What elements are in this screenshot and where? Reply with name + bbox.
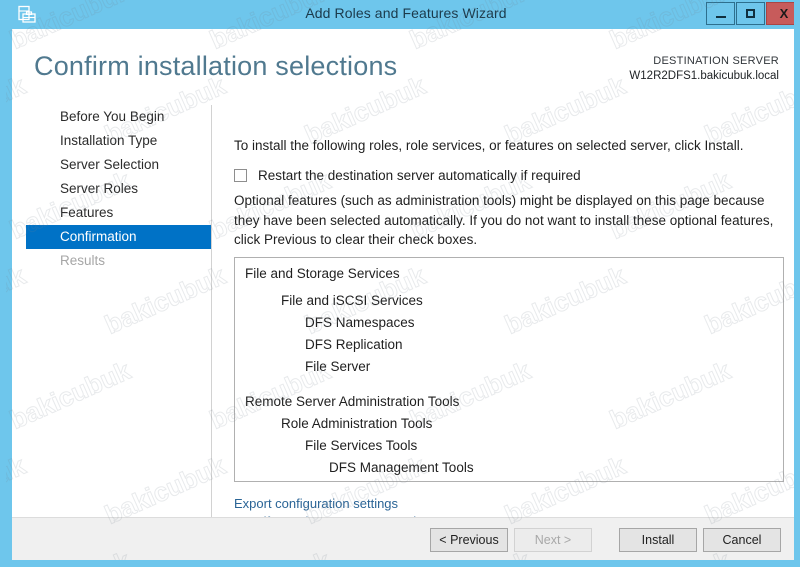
export-configuration-settings-link[interactable]: Export configuration settings (234, 495, 420, 513)
list-item: File and iSCSI Services (281, 293, 423, 308)
list-item: File Services Tools (305, 438, 418, 453)
list-item: DFS Replication (305, 337, 403, 352)
intro-text: To install the following roles, role ser… (234, 138, 744, 153)
maximize-button[interactable] (736, 2, 765, 25)
sidebar-item-before-you-begin[interactable]: Before You Begin (26, 105, 211, 129)
restart-checkbox[interactable] (234, 169, 247, 182)
next-button: Next > (514, 528, 592, 552)
wizard-window: Add Roles and Features Wizard X Confirm … (0, 0, 800, 567)
client-area: Confirm installation selections DESTINAT… (12, 29, 794, 560)
window-controls: X (705, 2, 794, 25)
restart-checkbox-label: Restart the destination server automatic… (258, 168, 581, 183)
sidebar-item-server-roles[interactable]: Server Roles (26, 177, 211, 201)
destination-server-block: DESTINATION SERVER W12R2DFS1.bakicubuk.l… (629, 54, 779, 84)
cancel-button[interactable]: Cancel (703, 528, 781, 552)
list-item: File Server (305, 359, 371, 374)
list-item: Remote Server Administration Tools (245, 394, 460, 409)
server-wizard-icon (17, 5, 37, 25)
page-header: Confirm installation selections DESTINAT… (12, 29, 794, 105)
wizard-navigation: Before You Begin Installation Type Serve… (12, 105, 211, 517)
sidebar-item-results: Results (60, 253, 106, 268)
destination-server-label: DESTINATION SERVER (653, 55, 779, 67)
window-title: Add Roles and Features Wizard (305, 5, 507, 21)
sidebar-item-confirmation[interactable]: Confirmation (26, 225, 211, 249)
destination-server-name: W12R2DFS1.bakicubuk.local (629, 70, 779, 82)
close-button[interactable]: X (766, 2, 794, 25)
page-title: Confirm installation selections (34, 51, 398, 81)
restart-checkbox-row[interactable]: Restart the destination server automatic… (234, 168, 581, 183)
selections-listbox[interactable]: File and Storage Services File and iSCSI… (234, 257, 784, 482)
sidebar-item-features[interactable]: Features (26, 201, 211, 225)
previous-button[interactable]: < Previous (430, 528, 508, 552)
sidebar-item-server-selection[interactable]: Server Selection (26, 153, 211, 177)
list-item: DFS Namespaces (305, 315, 415, 330)
install-button[interactable]: Install (619, 528, 697, 552)
list-item: DFS Management Tools (329, 460, 474, 475)
title-bar: Add Roles and Features Wizard X (6, 0, 794, 29)
wizard-footer: < Previous Next > Install Cancel (12, 517, 794, 560)
list-item: Role Administration Tools (281, 416, 433, 431)
minimize-button[interactable] (706, 2, 735, 25)
list-item: File and Storage Services (245, 266, 400, 281)
main-pane: To install the following roles, role ser… (212, 105, 794, 546)
sidebar-item-installation-type[interactable]: Installation Type (26, 129, 211, 153)
maximize-icon (746, 9, 755, 18)
minimize-icon (715, 15, 726, 18)
optional-features-note: Optional features (such as administratio… (234, 193, 774, 247)
